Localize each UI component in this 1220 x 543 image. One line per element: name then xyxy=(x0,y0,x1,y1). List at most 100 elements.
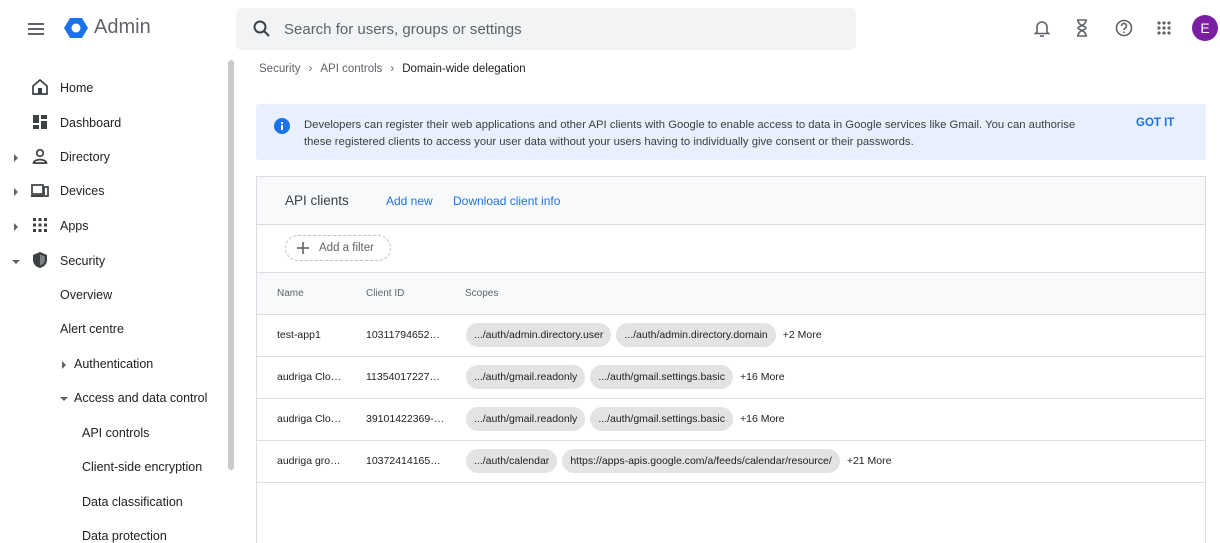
sidebar-item-home[interactable]: Home xyxy=(0,70,226,104)
breadcrumb-current: Domain-wide delegation xyxy=(402,63,526,75)
sidebar-item-label: Dashboard xyxy=(60,116,122,130)
sidebar-item-label: Client-side encryption xyxy=(82,460,203,474)
sidebar-item-access-and-data-control[interactable]: Access and data control xyxy=(0,380,226,414)
card-header: API clients Add new Download client info xyxy=(257,177,1205,225)
chevron-right-icon: › xyxy=(390,63,395,75)
info-icon xyxy=(274,118,290,134)
scope-chip: .../auth/gmail.readonly xyxy=(466,365,586,389)
more-scopes-link[interactable]: +16 More xyxy=(740,371,785,383)
client-id: 11354017227… xyxy=(366,371,440,383)
more-scopes-link[interactable]: +2 More xyxy=(783,329,822,341)
client-id: 39101422369-… xyxy=(366,413,445,425)
add-filter-button[interactable]: Add a filter xyxy=(285,235,391,261)
notifications-bell-icon[interactable] xyxy=(1031,17,1053,39)
person-icon xyxy=(30,146,50,166)
sidebar-item-client-side-encryption[interactable]: Client-side encryption xyxy=(0,449,226,483)
api-clients-card: API clients Add new Download client info… xyxy=(256,176,1206,543)
expand-arrow-icon[interactable] xyxy=(12,151,20,162)
sidebar-item-label: Overview xyxy=(60,288,113,302)
sidebar-item-apps[interactable]: Apps xyxy=(0,208,226,242)
sidebar-item-label: Security xyxy=(60,254,106,268)
sidebar-item-devices[interactable]: Devices xyxy=(0,173,226,207)
sidebar-item-alert-centre[interactable]: Alert centre xyxy=(0,311,226,345)
search-input[interactable] xyxy=(284,8,844,50)
client-name: test-app1 xyxy=(277,329,321,341)
search-icon[interactable] xyxy=(252,19,272,39)
scopes-list: .../auth/calendar https://apps-apis.googl… xyxy=(466,449,891,475)
expand-arrow-icon[interactable] xyxy=(12,220,20,231)
add-new-link[interactable]: Add new xyxy=(386,194,433,208)
sidebar-item-label: API controls xyxy=(82,426,150,440)
client-name: audriga Clo… xyxy=(277,371,342,383)
download-client-info-link[interactable]: Download client info xyxy=(453,194,560,208)
add-filter-label: Add a filter xyxy=(319,242,374,254)
info-banner: Developers can register their web applic… xyxy=(256,104,1206,160)
sidebar-item-label: Access and data control xyxy=(74,391,208,405)
more-scopes-link[interactable]: +21 More xyxy=(847,455,892,467)
filter-bar: Add a filter xyxy=(257,225,1205,273)
card-title: API clients xyxy=(285,193,349,208)
sidebar-item-overview[interactable]: Overview xyxy=(0,277,226,311)
scope-chip: .../auth/calendar xyxy=(466,449,558,473)
breadcrumb-api-controls[interactable]: API controls xyxy=(320,63,382,75)
admin-logo-icon[interactable] xyxy=(63,15,89,41)
breadcrumb: Security › API controls › Domain-wide delega… xyxy=(259,63,526,75)
column-header-scopes[interactable]: Scopes xyxy=(465,288,498,299)
scopes-list: .../auth/admin.directory.user .../auth/ad… xyxy=(466,323,822,349)
main-menu-icon[interactable] xyxy=(26,19,46,39)
sidebar-item-dashboard[interactable]: Dashboard xyxy=(0,105,226,139)
dashboard-icon xyxy=(30,112,50,132)
sidebar-item-label: Apps xyxy=(60,219,89,233)
sidebar-item-api-controls[interactable]: API controls xyxy=(0,415,226,449)
scope-chip: .../auth/gmail.readonly xyxy=(466,407,586,431)
expand-arrow-icon[interactable] xyxy=(60,358,68,369)
home-icon xyxy=(30,77,50,97)
banner-text: Developers can register their web applic… xyxy=(304,119,1076,148)
plus-icon xyxy=(296,241,310,255)
app-name[interactable]: Admin xyxy=(94,16,151,39)
scope-chip: .../auth/gmail.settings.basic xyxy=(590,365,733,389)
sidebar-scrollbar[interactable] xyxy=(228,60,234,470)
client-id: 10372414165… xyxy=(366,455,441,467)
sidebar-nav: Home Dashboard Directory Devices Apps Se… xyxy=(0,70,236,543)
sidebar-item-label: Data protection xyxy=(82,529,167,543)
devices-icon xyxy=(30,180,50,200)
column-header-name[interactable]: Name xyxy=(277,288,304,299)
sidebar-item-label: Home xyxy=(60,81,94,95)
sidebar-item-directory[interactable]: Directory xyxy=(0,139,226,173)
chevron-right-icon: › xyxy=(308,63,313,75)
apps-grid-icon xyxy=(30,215,50,235)
table-row[interactable]: audriga gro… 10372414165… .../auth/calen… xyxy=(257,441,1205,483)
got-it-button[interactable]: GOT IT xyxy=(1136,117,1174,129)
client-name: audriga gro… xyxy=(277,455,341,467)
sidebar-item-label: Data classification xyxy=(82,495,183,509)
account-avatar[interactable]: E xyxy=(1192,15,1218,41)
table-header: Name Client ID Scopes xyxy=(257,273,1205,315)
sidebar-item-label: Directory xyxy=(60,150,111,164)
table-row[interactable]: audriga Clo… 11354017227… .../auth/gmail… xyxy=(257,357,1205,399)
client-id: 10311794652… xyxy=(366,329,440,341)
sidebar-item-label: Alert centre xyxy=(60,322,124,336)
column-header-client-id[interactable]: Client ID xyxy=(366,288,404,299)
help-icon[interactable] xyxy=(1113,17,1135,39)
sidebar-item-data-classification[interactable]: Data classification xyxy=(0,484,226,518)
sidebar-item-data-protection[interactable]: Data protection xyxy=(0,518,226,543)
sidebar-item-authentication[interactable]: Authentication xyxy=(0,346,226,380)
hourglass-tasks-icon[interactable] xyxy=(1071,17,1093,39)
table-row[interactable]: test-app1 10311794652… .../auth/admin.di… xyxy=(257,315,1205,357)
scope-chip: .../auth/admin.directory.domain xyxy=(616,323,776,347)
scope-chip: https://apps-apis.google.com/a/feeds/cal… xyxy=(562,449,840,473)
sidebar-item-security[interactable]: Security xyxy=(0,243,226,277)
google-apps-icon[interactable] xyxy=(1153,17,1175,39)
collapse-arrow-icon[interactable] xyxy=(12,255,20,264)
top-app-bar: Admin E xyxy=(0,0,1220,58)
more-scopes-link[interactable]: +16 More xyxy=(740,413,785,425)
table-row[interactable]: audriga Clo… 39101422369-… .../auth/gmai… xyxy=(257,399,1205,441)
search-bar[interactable] xyxy=(236,8,856,50)
expand-arrow-icon[interactable] xyxy=(12,185,20,196)
sidebar-item-label: Devices xyxy=(60,184,105,198)
breadcrumb-security[interactable]: Security xyxy=(259,63,301,75)
scopes-list: .../auth/gmail.readonly .../auth/gmail.se… xyxy=(466,365,785,391)
sidebar-item-label: Authentication xyxy=(74,357,154,371)
collapse-arrow-icon[interactable] xyxy=(60,392,68,401)
